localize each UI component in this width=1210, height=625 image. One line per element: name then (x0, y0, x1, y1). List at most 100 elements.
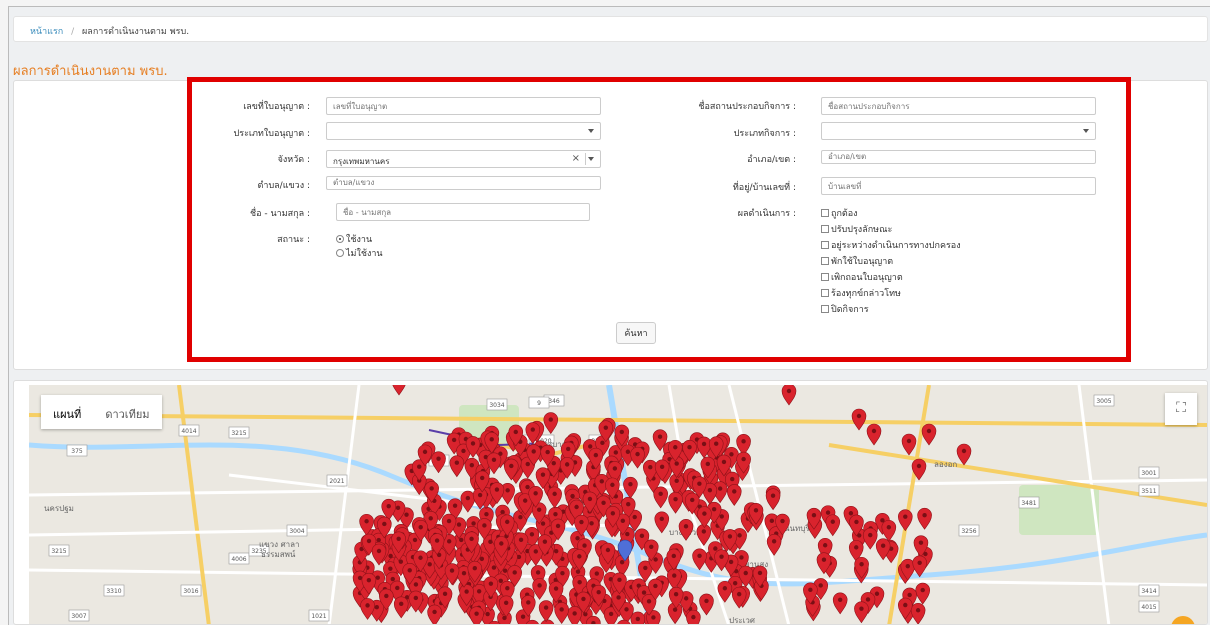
map-marker-icon (866, 423, 882, 446)
map-marker-dot (617, 577, 622, 583)
map-marker-dot (704, 598, 709, 604)
map-marker-dot (357, 575, 363, 581)
map-marker-dot (854, 519, 859, 525)
map-marker-dot (616, 595, 621, 600)
clear-icon[interactable]: × (572, 153, 580, 164)
map-marker-dot (961, 448, 967, 454)
map-marker-dot (442, 591, 448, 597)
result-checkbox[interactable]: ปิดกิจการ (821, 302, 869, 316)
map-marker-icon (617, 619, 631, 624)
subdistrict-input[interactable] (326, 176, 601, 190)
map-marker-dot (596, 589, 601, 595)
fullname-input[interactable] (336, 203, 590, 221)
map-marker-dot (366, 577, 372, 583)
map-marker-dot (382, 521, 387, 527)
map-marker-dot (818, 583, 823, 588)
map-marker-dot (446, 539, 452, 544)
map-marker-dot (454, 460, 460, 465)
map-marker-dot (732, 581, 738, 586)
map-marker-icon (697, 506, 712, 529)
license-type-select[interactable] (326, 122, 601, 140)
road-number-label: 9 (537, 400, 541, 407)
status-radio-active[interactable]: ใช้งาน (336, 232, 372, 246)
map-marker-dot (366, 538, 372, 544)
checkbox-icon (821, 257, 829, 265)
map-marker-dot (635, 451, 640, 457)
map-canvas[interactable]: 3754014321510202021300440063235346300530… (29, 385, 1207, 624)
map-marker-dot (743, 570, 748, 576)
map-marker-dot (499, 541, 504, 546)
map-marker-dot (428, 516, 433, 521)
breadcrumb-home-link[interactable]: หน้าแรก (30, 27, 63, 37)
map-marker-dot (560, 570, 565, 576)
map-marker-dot (469, 536, 474, 542)
result-checkbox[interactable]: อยู่ระหว่างดำเนินการทางปกครอง (821, 238, 961, 252)
page-title: ผลการดำเนินงานตาม พรบ. (13, 64, 168, 79)
map-type-satellite-button[interactable]: ดาวเทียม (93, 395, 161, 429)
map-type-map-button[interactable]: แผนที่ (41, 395, 93, 429)
map-marker-dot (646, 599, 652, 604)
result-checkbox[interactable]: พักใช้ใบอนุญาต (821, 254, 893, 268)
map-marker-dot (713, 546, 718, 551)
map-marker-dot (620, 518, 626, 524)
map-marker-icon (630, 446, 645, 469)
fullscreen-icon[interactable]: ⛶ (1165, 393, 1197, 425)
map-marker-dot (555, 523, 561, 529)
map-marker-dot (452, 503, 458, 508)
map-marker-dot (533, 491, 538, 496)
map-panel: 3754014321510202021300440063235346300530… (13, 380, 1208, 625)
road-number-label: 3034 (489, 402, 504, 409)
map-marker-dot (727, 534, 733, 539)
business-type-select[interactable] (821, 122, 1096, 140)
map-marker-dot (376, 537, 381, 543)
map-marker-dot (470, 441, 476, 446)
status-radio-inactive[interactable]: ไม่ใช้งาน (336, 246, 383, 260)
chevron-down-icon (1083, 129, 1089, 133)
map-marker-dot (626, 502, 631, 507)
road-number-label: 4014 (181, 428, 196, 435)
result-checkbox[interactable]: เพิกถอนใบอนุญาต (821, 270, 903, 284)
map-marker-dot (536, 507, 542, 512)
license-no-input[interactable] (326, 97, 601, 115)
map-marker-icon (832, 592, 848, 615)
map-marker-dot (672, 607, 678, 612)
result-checkbox[interactable]: ปรับปรุงลักษณะ (821, 222, 892, 236)
map-marker-dot (553, 586, 559, 591)
map-marker-dot (540, 472, 546, 477)
map-marker-icon (554, 602, 569, 624)
map-marker-icon (547, 486, 562, 509)
map-marker-dot (491, 565, 497, 570)
search-button[interactable]: ค้นหา (616, 322, 656, 344)
map-marker-dot (673, 445, 678, 450)
map-marker-dot (498, 578, 503, 583)
map-marker-dot (639, 533, 645, 539)
business-name-input[interactable] (821, 97, 1096, 115)
map-marker-dot (619, 429, 625, 435)
map-marker-dot (529, 532, 535, 537)
road-number-label: 3310 (106, 588, 121, 595)
map-marker-icon (532, 578, 547, 600)
province-select[interactable]: กรุงเทพมหานคร × (326, 150, 601, 168)
map-marker-icon (668, 491, 683, 514)
result-checkbox[interactable]: ร้องทุกข์กล่าวโทษ (821, 286, 901, 300)
map-marker-icon (910, 602, 926, 624)
map-marker-dot (753, 508, 759, 513)
map-marker-dot (396, 536, 401, 541)
map-marker-dot (674, 478, 679, 484)
map-marker-dot (417, 464, 422, 469)
district-input[interactable] (821, 150, 1096, 164)
map-marker-dot (479, 475, 485, 481)
map-marker-dot (577, 580, 582, 585)
map-marker-dot (825, 510, 831, 515)
result-checkbox[interactable]: ถูกต้อง (821, 206, 858, 220)
map-marker-dot (376, 548, 382, 554)
house-no-input[interactable] (821, 177, 1096, 195)
map-marker-dot (535, 570, 541, 575)
map-marker-dot (625, 531, 630, 537)
breadcrumb-separator: / (71, 27, 75, 37)
map-marker-dot (418, 555, 423, 560)
map-marker-dot (461, 570, 467, 576)
map-marker-dot (757, 570, 763, 576)
map-marker-dot (505, 519, 510, 525)
map-marker-dot (471, 521, 476, 526)
